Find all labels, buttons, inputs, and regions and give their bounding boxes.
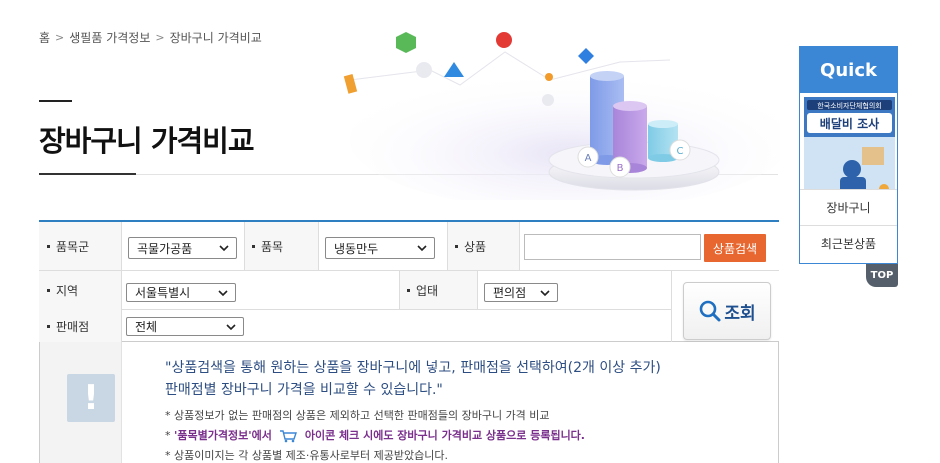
item-price-info-link[interactable]: '품목별가격정보'에서	[174, 429, 272, 442]
exclamation-icon: !	[67, 374, 115, 422]
biztype-label: 업태	[399, 271, 438, 309]
product-label: 상품	[447, 222, 486, 270]
shape-diamond-blue	[578, 48, 594, 64]
chevron-down-icon	[417, 245, 427, 252]
info-main-line1: "상품검색을 통해 원하는 상품을 장바구니에 넣고, 판매점을 선택하여(2개…	[165, 360, 661, 376]
info-main-line2: 판매점별 장바구니 가격을 비교할 수 있습니다."	[165, 382, 443, 398]
shape-hexagon-green	[396, 32, 416, 53]
quick-menu: Quick 한국소비자단체협의회 배달비 조사 장바구니 최근본상품	[799, 46, 898, 264]
shape-rect-orange	[343, 74, 358, 94]
biztype-select[interactable]: 편의점	[484, 283, 558, 302]
cart-icon	[280, 430, 298, 443]
product-input[interactable]	[524, 234, 701, 260]
chevron-down-icon	[218, 289, 228, 296]
page-title: 장바구니 가격비교	[39, 124, 255, 158]
store-select[interactable]: 전체	[126, 317, 244, 336]
hero-illustration: A B C	[343, 32, 780, 200]
hero-label-a: A	[585, 153, 592, 164]
shape-dot-orange	[545, 73, 553, 81]
quick-menu-recent[interactable]: 최근본상품	[800, 225, 897, 261]
search-icon	[700, 300, 721, 322]
title-accent-bar	[39, 100, 72, 102]
quick-menu-cart[interactable]: 장바구니	[800, 189, 897, 225]
info-note-3: * 상품이미지는 각 상품별 제조·유통사로부터 제공받았습니다.	[165, 449, 448, 462]
breadcrumb-separator: >	[155, 31, 165, 44]
title-underline	[39, 173, 136, 175]
scroll-top-button[interactable]: TOP	[866, 264, 898, 287]
chevron-down-icon	[226, 323, 236, 330]
svg-text:배달비 조사: 배달비 조사	[820, 116, 879, 131]
region-select[interactable]: 서울특별시	[126, 283, 236, 302]
info-note-2: * '품목별가격정보'에서 아이콘 체크 시에도 장바구니 가격비교 상품으로 …	[165, 429, 585, 443]
product-search-button[interactable]: 상품검색	[704, 234, 766, 262]
breadcrumb: 홈 > 생필품 가격정보 > 장바구니 가격비교	[39, 29, 262, 46]
shape-circle-red	[496, 32, 512, 48]
breadcrumb-home[interactable]: 홈	[39, 29, 50, 46]
info-notes: * 상품정보가 없는 판매점의 상품은 제외하고 선택한 판매점들의 장바구니 …	[165, 406, 585, 463]
info-note-1: * 상품정보가 없는 판매점의 상품은 제외하고 선택한 판매점들의 장바구니 …	[165, 409, 550, 422]
shape-triangle-blue	[444, 62, 464, 77]
chevron-down-icon	[540, 289, 550, 296]
search-form: 품목군 곡물가공품 품목 냉동만두 상품 상품검색 지역 서울특별시 업태 편의…	[39, 220, 779, 342]
quick-menu-title: Quick	[800, 47, 897, 93]
info-main-text: "상품검색을 통해 원하는 상품을 장바구니에 넣고, 판매점을 선택하여(2개…	[165, 357, 661, 401]
item-select[interactable]: 냉동만두	[325, 237, 435, 259]
region-label: 지역	[39, 271, 78, 309]
query-button-label: 조회	[724, 303, 756, 324]
store-label: 판매점	[39, 310, 89, 342]
category-label: 품목군	[39, 222, 89, 270]
breadcrumb-current[interactable]: 장바구니 가격비교	[170, 29, 262, 46]
breadcrumb-category[interactable]: 생필품 가격정보	[69, 29, 150, 46]
query-button[interactable]: 조회	[683, 282, 771, 340]
chevron-down-icon	[219, 245, 229, 252]
breadcrumb-separator: >	[55, 31, 65, 44]
info-panel: ! "상품검색을 통해 원하는 상품을 장바구니에 넣고, 판매점을 선택하여(…	[39, 342, 779, 463]
svg-text:한국소비자단체협의회: 한국소비자단체협의회	[817, 101, 881, 110]
hero-label-b: B	[617, 163, 624, 174]
hero-label-c: C	[677, 146, 684, 157]
item-label: 품목	[244, 222, 283, 270]
category-select[interactable]: 곡물가공품	[128, 237, 237, 259]
